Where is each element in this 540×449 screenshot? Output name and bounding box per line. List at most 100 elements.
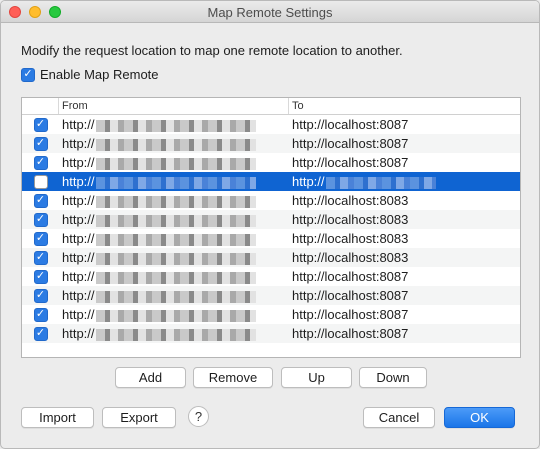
row-enabled-cell: ✓ <box>22 288 59 303</box>
checkmark-icon[interactable]: ✓ <box>33 136 48 151</box>
redacted-url-blur <box>95 328 256 341</box>
import-button[interactable]: Import <box>21 407 94 428</box>
row-from-text: http:// <box>62 193 95 208</box>
ok-button[interactable]: OK <box>444 407 515 428</box>
row-to-text: http://localhost:8087 <box>292 307 409 322</box>
checkmark-icon[interactable]: ✓ <box>33 231 48 246</box>
checkmark-icon[interactable]: ✓ <box>33 212 48 227</box>
enable-map-remote-checkbox[interactable]: ✓ Enable Map Remote <box>21 67 159 82</box>
row-from-cell: http:// <box>59 174 289 189</box>
row-to-text: http://localhost:8087 <box>292 155 409 170</box>
redacted-url-blur <box>95 119 256 132</box>
table-row[interactable]: ✓ http:// http://localhost:8087 <box>22 286 520 305</box>
row-enabled-cell: ✓ <box>22 307 59 322</box>
enable-map-remote-label: Enable Map Remote <box>40 67 159 82</box>
table-row[interactable]: ✓ http:// http://localhost:8087 <box>22 134 520 153</box>
row-to-cell: http://localhost:8087 <box>289 269 520 284</box>
row-enabled-cell: ✓ <box>22 136 59 151</box>
help-button[interactable]: ? <box>188 406 209 427</box>
redacted-url-blur <box>95 290 256 303</box>
title-bar: Map Remote Settings <box>1 1 539 23</box>
table-row[interactable]: ✓ http:// http://localhost:8083 <box>22 229 520 248</box>
down-button[interactable]: Down <box>359 367 427 388</box>
checkmark-icon[interactable]: ✓ <box>33 250 48 265</box>
description-text: Modify the request location to map one r… <box>21 43 403 58</box>
row-to-cell: http://localhost:8087 <box>289 326 520 341</box>
remove-button[interactable]: Remove <box>193 367 273 388</box>
redacted-url-blur <box>95 214 256 227</box>
row-to-text: http://localhost:8083 <box>292 231 409 246</box>
row-from-text: http:// <box>62 307 95 322</box>
row-from-cell: http:// <box>59 288 289 303</box>
table-row[interactable]: ✓ http:// http://localhost:8083 <box>22 191 520 210</box>
table-row[interactable]: ✓ http:// http://localhost:8087 <box>22 153 520 172</box>
row-to-text: http://localhost:8083 <box>292 212 409 227</box>
row-to-text: http://localhost:8087 <box>292 326 409 341</box>
up-button[interactable]: Up <box>281 367 352 388</box>
row-to-text: http://localhost:8083 <box>292 250 409 265</box>
redacted-url-blur <box>95 252 256 265</box>
row-to-cell: http://localhost:8087 <box>289 136 520 151</box>
table-row[interactable]: ✓ http:// http://localhost:8087 <box>22 115 520 134</box>
table-row[interactable]: ✓ http:// http://localhost:8083 <box>22 248 520 267</box>
mapping-table: From To ✓ http:// http://localhost:8087 ✓ ht… <box>21 97 521 358</box>
export-button[interactable]: Export <box>102 407 176 428</box>
table-row[interactable]: ✓ http:// http://localhost:8083 <box>22 210 520 229</box>
row-to-cell: http://localhost:8087 <box>289 155 520 170</box>
add-button[interactable]: Add <box>115 367 186 388</box>
row-to-cell: http://localhost:8087 <box>289 307 520 322</box>
row-enabled-cell: ✓ <box>22 326 59 341</box>
row-enabled-cell: ✓ <box>22 231 59 246</box>
row-to-cell: http:// <box>289 174 520 189</box>
checkmark-icon[interactable]: ✓ <box>33 288 48 303</box>
row-enabled-cell: ✓ <box>22 212 59 227</box>
row-enabled-cell: ✓ <box>22 250 59 265</box>
row-from-text: http:// <box>62 174 95 189</box>
checkmark-icon[interactable]: ✓ <box>33 155 48 170</box>
checkmark-icon[interactable]: ✓ <box>33 269 48 284</box>
row-from-cell: http:// <box>59 193 289 208</box>
table-row[interactable]: ✓ http:// http://localhost:8087 <box>22 305 520 324</box>
table-row[interactable]: http:// http:// <box>22 172 520 191</box>
row-from-text: http:// <box>62 326 95 341</box>
row-from-text: http:// <box>62 250 95 265</box>
row-from-cell: http:// <box>59 136 289 151</box>
row-from-text: http:// <box>62 212 95 227</box>
redacted-url-blur <box>95 176 256 189</box>
row-from-text: http:// <box>62 231 95 246</box>
redacted-url-blur <box>95 233 256 246</box>
checkmark-icon[interactable]: ✓ <box>33 326 48 341</box>
table-row[interactable]: ✓ http:// http://localhost:8087 <box>22 324 520 343</box>
header-from[interactable]: From <box>59 98 289 114</box>
row-from-cell: http:// <box>59 212 289 227</box>
row-enabled-cell <box>22 174 59 189</box>
checkmark-icon[interactable]: ✓ <box>33 193 48 208</box>
row-from-cell: http:// <box>59 250 289 265</box>
row-from-text: http:// <box>62 136 95 151</box>
row-from-text: http:// <box>62 117 95 132</box>
cancel-button[interactable]: Cancel <box>363 407 435 428</box>
row-to-cell: http://localhost:8083 <box>289 231 520 246</box>
row-to-text: http://localhost:8087 <box>292 136 409 151</box>
row-from-cell: http:// <box>59 117 289 132</box>
redacted-url-blur <box>95 271 256 284</box>
checkmark-icon[interactable]: ✓ <box>33 307 48 322</box>
row-from-cell: http:// <box>59 307 289 322</box>
row-to-text: http://localhost:8087 <box>292 288 409 303</box>
checkmark-icon[interactable]: ✓ <box>21 67 35 82</box>
row-to-cell: http://localhost:8087 <box>289 117 520 132</box>
row-to-cell: http://localhost:8083 <box>289 212 520 227</box>
redacted-url-blur <box>95 309 256 322</box>
row-to-cell: http://localhost:8087 <box>289 288 520 303</box>
table-body: ✓ http://http://localhost:8087 ✓ http://htt… <box>22 115 520 343</box>
row-enabled-cell: ✓ <box>22 269 59 284</box>
table-row[interactable]: ✓ http:// http://localhost:8087 <box>22 267 520 286</box>
header-to[interactable]: To <box>289 98 520 114</box>
checkmark-icon[interactable]: ✓ <box>33 117 48 132</box>
row-to-cell: http://localhost:8083 <box>289 250 520 265</box>
redacted-url-blur <box>95 138 256 151</box>
row-to-text: http://localhost:8087 <box>292 117 409 132</box>
row-to-text: http:// <box>292 174 325 189</box>
checkbox-empty-icon[interactable] <box>33 174 48 189</box>
row-from-cell: http:// <box>59 326 289 341</box>
